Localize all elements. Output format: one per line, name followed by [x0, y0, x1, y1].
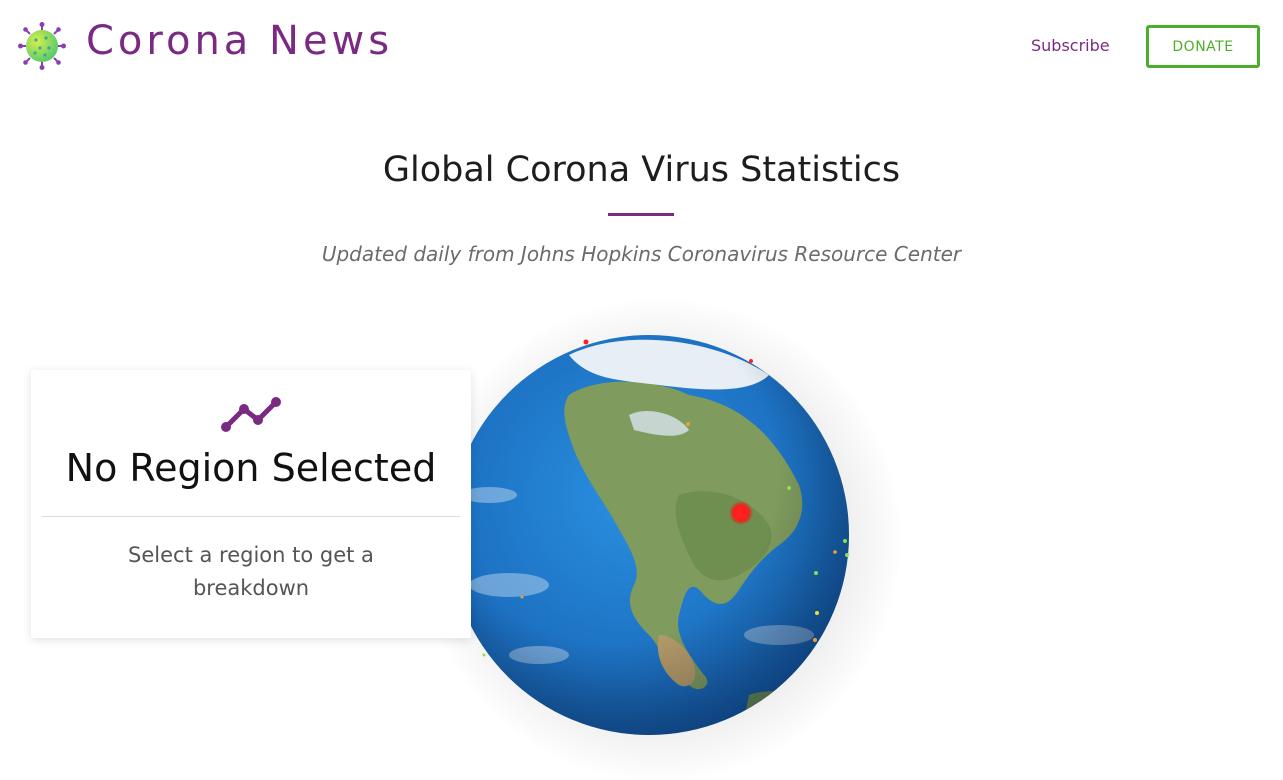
title-divider	[608, 213, 674, 216]
site-brand[interactable]: Corona News	[86, 18, 393, 64]
page-title: Global Corona Virus Statistics	[382, 150, 901, 190]
donate-button[interactable]: DONATE	[1146, 25, 1260, 68]
region-card-title: No Region Selected	[65, 446, 437, 490]
globe-icon[interactable]	[449, 335, 849, 735]
trend-line-icon	[221, 397, 281, 432]
region-card-text: Select a region to get a breakdown	[128, 543, 374, 600]
virus-icon[interactable]	[18, 22, 66, 70]
site-header: Corona News Subscribe DONATE	[0, 0, 1283, 95]
region-card-divider	[42, 516, 460, 517]
page-subtitle: Updated daily from Johns Hopkins Coronav…	[321, 242, 962, 266]
subscribe-link[interactable]: Subscribe	[1031, 36, 1110, 55]
